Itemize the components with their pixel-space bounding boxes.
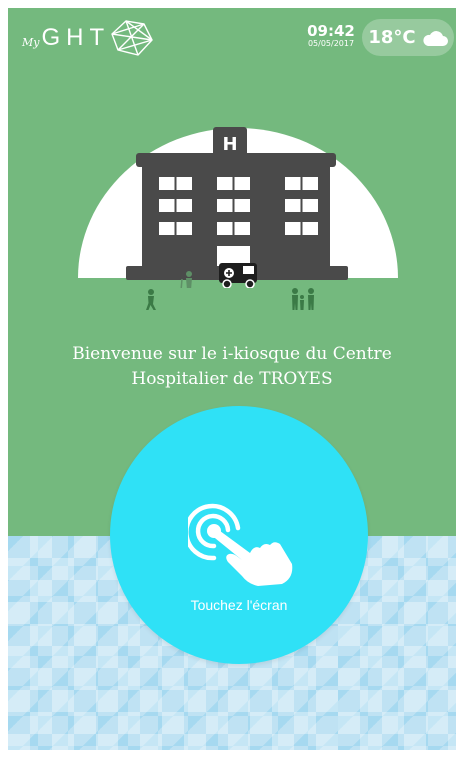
hospital-illustration: H — [78, 127, 398, 288]
family-icon — [292, 288, 314, 310]
logo-name: GHT — [41, 24, 111, 51]
walking-person-icon — [146, 289, 156, 310]
kiosk-screen: My GHT 09:42 05/05/2017 18°C H Bienvenue… — [8, 8, 456, 750]
building-sign: H — [222, 134, 237, 155]
clock: 09:42 05/05/2017 — [306, 23, 356, 49]
clock-date: 05/05/2017 — [307, 39, 355, 48]
weather-widget: 18°C — [362, 19, 454, 56]
welcome-message: Bienvenue sur le i-kiosque du Centre Hos… — [28, 342, 436, 392]
welcome-line-1: Bienvenue sur le i-kiosque du Centre — [72, 344, 392, 364]
myght-logo: My GHT — [22, 18, 154, 58]
logo-prefix: My — [22, 35, 40, 49]
logo-geometric-icon — [111, 20, 153, 56]
welcome-line-2: Hospitalier de TROYES — [131, 369, 333, 389]
people-illustration — [146, 288, 314, 310]
touch-hand-icon — [188, 503, 293, 586]
touch-screen-button[interactable]: Touchez l'écran — [110, 406, 368, 664]
weather-temperature: 18°C — [368, 27, 416, 48]
clock-time: 09:42 — [307, 22, 355, 40]
cloud-icon — [423, 30, 448, 46]
touch-label: Touchez l'écran — [190, 597, 288, 613]
